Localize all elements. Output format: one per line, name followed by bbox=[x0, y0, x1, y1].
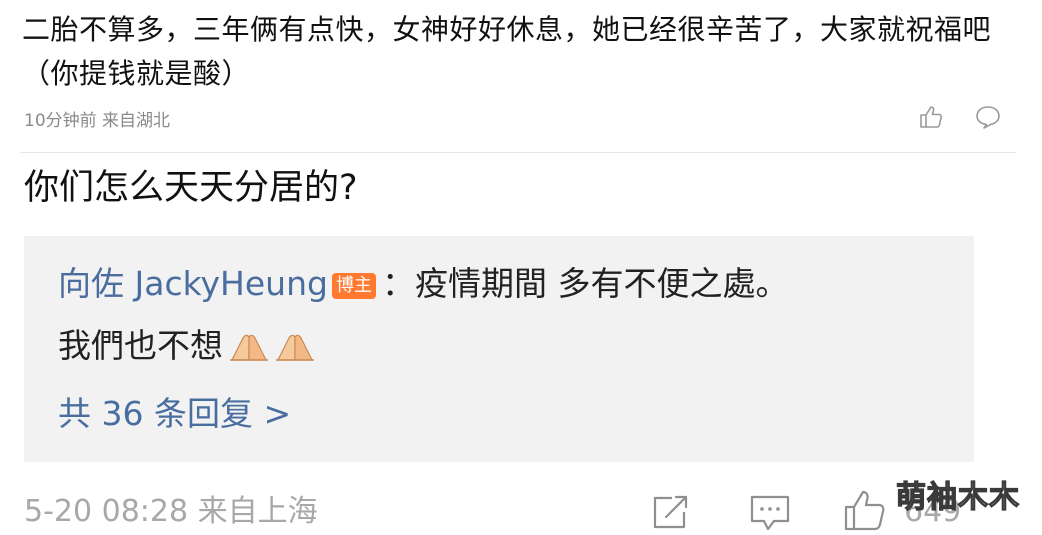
comment-divider bbox=[20, 152, 1016, 153]
comment-text: 二胎不算多，三年俩有点快，女神好好休息，她已经很辛苦了，大家就祝福吧（你提钱就是… bbox=[22, 13, 992, 90]
comment-meta: 5-20 08:28 来自上海 bbox=[24, 494, 318, 529]
reply-text: 疫情期間 多有不便之處。 bbox=[414, 264, 789, 303]
share-icon[interactable] bbox=[650, 492, 692, 532]
reply-preview[interactable]: 向佐 JackyHeung 博主 ：疫情期間 多有不便之處。 我們也不想 共 36 … bbox=[24, 236, 974, 462]
comment-icon[interactable] bbox=[748, 492, 792, 534]
view-all-replies-link[interactable]: 共 36 条回复 > bbox=[58, 388, 291, 440]
reply-author-link[interactable]: 向佐 JackyHeung bbox=[58, 264, 328, 303]
thumbs-up-icon[interactable] bbox=[918, 104, 944, 130]
blogger-badge: 博主 bbox=[331, 273, 376, 299]
thumbs-up-icon[interactable] bbox=[842, 488, 888, 532]
reply-separator: ： bbox=[381, 264, 415, 303]
folded-hands-emoji bbox=[276, 334, 314, 361]
reply-line: 向佐 JackyHeung 博主 ：疫情期間 多有不便之處。 bbox=[58, 258, 788, 310]
comment-text: 你们怎么天天分居的? bbox=[24, 168, 358, 208]
folded-hands-emoji bbox=[230, 334, 268, 361]
reply-text: 我們也不想 bbox=[58, 326, 223, 365]
reply-line: 我們也不想 bbox=[58, 320, 315, 372]
comment-meta: 10分钟前 来自湖北 bbox=[24, 111, 171, 131]
speech-bubble-icon[interactable] bbox=[974, 104, 1002, 130]
watermark: 萌袖木木 bbox=[895, 479, 1020, 515]
weibo-comment-thread: 二胎不算多，三年俩有点快，女神好好休息，她已经很辛苦了，大家就祝福吧（你提钱就是… bbox=[0, 0, 1042, 535]
